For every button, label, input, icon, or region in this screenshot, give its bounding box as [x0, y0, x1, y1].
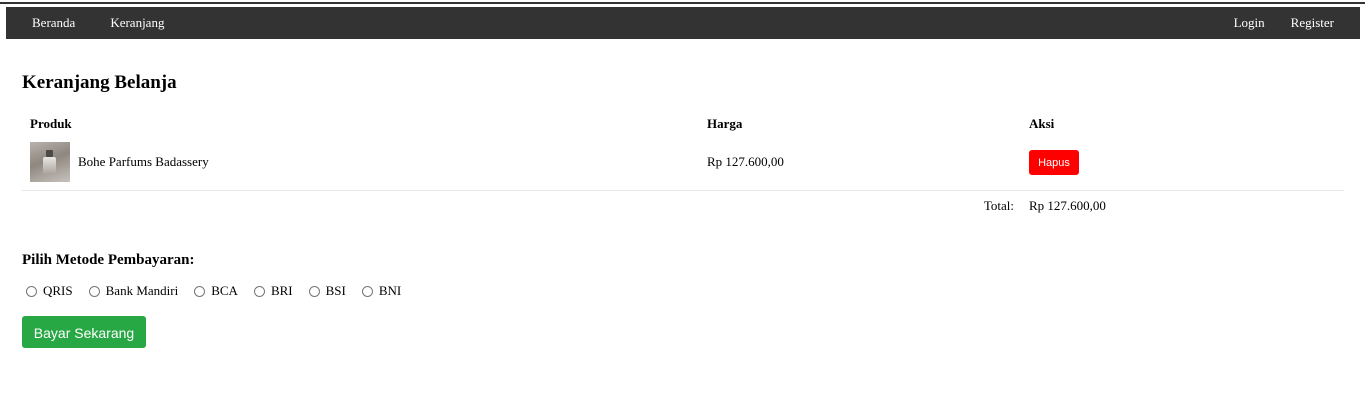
- page-title: Keranjang Belanja: [22, 72, 177, 93]
- header-price: Harga: [707, 116, 743, 131]
- pay-now-button[interactable]: Bayar Sekarang: [22, 316, 146, 348]
- cart-table-header: Produk Harga Aksi: [22, 114, 1344, 134]
- nav-link-beranda[interactable]: Beranda: [32, 15, 75, 31]
- product-thumbnail: [30, 142, 70, 182]
- product-cell: Bohe Parfums Badassery: [22, 134, 699, 191]
- nav-link-register[interactable]: Register: [1291, 15, 1334, 31]
- payment-methods: QRIS Bank Mandiri BCA BRI BSI BNI: [22, 282, 413, 300]
- radio-button[interactable]: [88, 285, 100, 297]
- payment-option-label: BNI: [378, 283, 402, 298]
- payment-option-bri[interactable]: BRI: [250, 283, 293, 299]
- header-action: Aksi: [1029, 116, 1055, 131]
- table-row: Bohe Parfums Badassery Rp 127.600,00 Hap…: [22, 134, 1344, 191]
- radio-button[interactable]: [194, 285, 206, 297]
- navbar: Beranda Keranjang Login Register: [6, 7, 1360, 39]
- payment-option-mandiri[interactable]: Bank Mandiri: [85, 283, 179, 299]
- nav-link-keranjang[interactable]: Keranjang: [110, 15, 164, 31]
- action-cell: Hapus: [1021, 134, 1344, 191]
- radio-button[interactable]: [26, 285, 37, 297]
- main-content: Keranjang Belanja Produk Harga Aksi Bohe…: [22, 70, 1344, 348]
- product-price: Rp 127.600,00: [699, 134, 1021, 191]
- payment-option-label: BSI: [325, 283, 346, 298]
- payment-option-label: QRIS: [43, 283, 73, 298]
- payment-option-label: BRI: [270, 283, 293, 298]
- nav-right: Login Register: [1208, 7, 1360, 39]
- total-value: Rp 127.600,00: [1029, 198, 1106, 213]
- cart-table: Produk Harga Aksi Bohe Parfums Badassery…: [22, 114, 1344, 221]
- radio-button[interactable]: [361, 285, 373, 297]
- nav-link-login[interactable]: Login: [1234, 15, 1265, 31]
- delete-button[interactable]: Hapus: [1029, 149, 1079, 175]
- total-label: Total:: [983, 198, 1014, 213]
- payment-option-bni[interactable]: BNI: [358, 283, 401, 299]
- payment-section: Pilih Metode Pembayaran: QRIS Bank Mandi…: [22, 250, 413, 348]
- header-product: Produk: [30, 116, 72, 131]
- radio-button[interactable]: [253, 285, 265, 297]
- nav-left: Beranda Keranjang: [6, 7, 199, 39]
- payment-option-bsi[interactable]: BSI: [305, 283, 346, 299]
- payment-heading: Pilih Metode Pembayaran:: [22, 252, 195, 268]
- radio-button[interactable]: [308, 285, 320, 297]
- payment-option-bca[interactable]: BCA: [190, 283, 238, 299]
- payment-option-qris[interactable]: QRIS: [22, 283, 73, 299]
- payment-option-label: Bank Mandiri: [105, 283, 179, 298]
- total-row: Total: Rp 127.600,00: [22, 191, 1344, 222]
- payment-option-label: BCA: [211, 283, 238, 298]
- top-border: [0, 2, 1365, 4]
- product-name: Bohe Parfums Badassery: [78, 154, 209, 169]
